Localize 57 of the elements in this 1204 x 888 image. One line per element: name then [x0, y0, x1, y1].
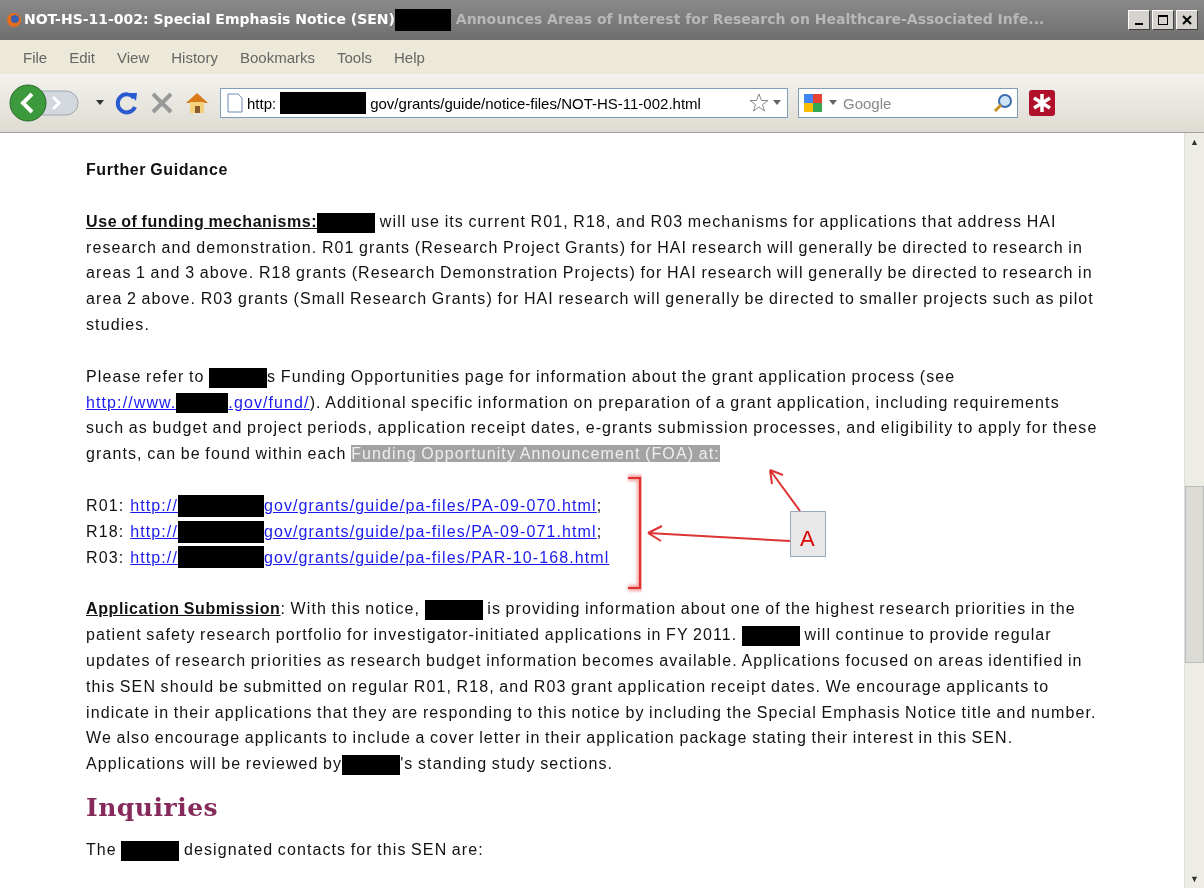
scroll-up-button[interactable]: ▲: [1185, 133, 1204, 151]
scrollbar[interactable]: ▲ ▼: [1184, 133, 1204, 888]
search-icon[interactable]: [993, 93, 1013, 113]
redaction-bar: [121, 840, 180, 861]
link[interactable]: http:// gov/grants/guide/pa-files/PA-09-071.html: [130, 518, 597, 545]
link-label: R18:: [86, 521, 125, 542]
redaction-bar: [342, 754, 401, 775]
menu-item[interactable]: Bookmarks: [228, 48, 326, 66]
link-label: R01:: [86, 495, 125, 516]
paragraph: Use of funding mechanisms: will use its current R01, R18, and R03 mechanisms for applications that address HAI research and demonstration. R01 grants (Research Project Grants) for HAI research will generally be directed to research in areas 1 and 3 above. R18 grants (Research Demonstration Projects) for HAI research will generally be directed to research in area 2 above. R03 grants (Small Research Grants) for HAI research will generally be directed to smaller projects such as pilot studies.: [86, 211, 1095, 335]
link-label: R03:: [86, 547, 125, 568]
section-heading: Inquiries: [86, 794, 220, 821]
section-heading: Further Guidance: [86, 160, 229, 180]
browser-icon: [6, 12, 22, 28]
link[interactable]: http://www.: [86, 393, 177, 411]
minimize-icon: [1135, 22, 1143, 25]
paragraph: The designated contacts for this SEN are:: [86, 836, 1098, 863]
maximize-icon: [1158, 15, 1168, 25]
redaction-bar: [394, 9, 451, 31]
redaction-bar: [317, 212, 376, 233]
dropdown-icon[interactable]: [773, 100, 781, 106]
address-bar[interactable]: http: gov/grants/guide/notice-files/NOT-HS-11-002.html: [220, 88, 788, 118]
scroll-down-button[interactable]: ▼: [1185, 870, 1204, 888]
redaction-bar: [424, 600, 483, 621]
dropdown-icon[interactable]: [96, 100, 104, 106]
addon-icon[interactable]: [1028, 89, 1056, 117]
body-text: ;: [596, 521, 603, 542]
body-text: ;: [596, 495, 603, 516]
link[interactable]: .gov/fund/: [228, 393, 310, 411]
dropdown-icon[interactable]: [829, 100, 837, 106]
home-icon[interactable]: [184, 91, 210, 115]
callout-label: A: [790, 511, 826, 557]
menu-item[interactable]: View: [106, 48, 161, 66]
minimize-button[interactable]: [1128, 10, 1150, 30]
menu-item[interactable]: File: [12, 48, 59, 66]
scrollbar-thumb[interactable]: [1185, 486, 1204, 663]
reload-icon[interactable]: [114, 90, 140, 116]
redaction-bar: [176, 393, 229, 414]
annotation-arrow: [769, 469, 801, 512]
redaction-bar: [209, 367, 268, 388]
menu-item[interactable]: History: [160, 48, 229, 66]
close-button[interactable]: [1176, 10, 1198, 30]
redaction-bar: [741, 625, 800, 646]
close-icon: [1182, 15, 1192, 25]
page-icon: [227, 93, 243, 113]
search-field[interactable]: Google: [798, 88, 1018, 118]
maximize-button[interactable]: [1152, 10, 1174, 30]
search-engine-icon: [803, 93, 825, 113]
paragraph: Please refer to s Funding Opportunities page for information about the grant application process (see http://www. .gov/fund/). Additional specific information on preparation of a grant application, including requirements such as budget and project periods, application receipt dates, e-grants submission processes, and eligibility to apply for these grants, can be found within each Funding Opportunity Announcement (FOA) at:: [86, 366, 1098, 465]
paragraph: Application Submission: With this notice, is providing information about one of the highest research priorities in the patient safety research portfolio for investigator-initiated applications in FY 2011. will continue to provide regular updates of research priorities as research budget information becomes available. Applications focused on areas identified in this SEN should be submitted on regular R01, R18, and R03 grant application receipt dates. We encourage applicants to indicate in their applications that they are responding to this notice by including the Special Emphasis Notice title and number. We also encourage applicants to include a cover letter in their application package stating their interest in this SEN. Applications will be reviewed by 's standing study sections.: [86, 599, 1098, 777]
menu-item[interactable]: Edit: [58, 48, 107, 66]
menu-item[interactable]: Help: [383, 48, 436, 66]
star-icon[interactable]: [749, 93, 769, 113]
link[interactable]: http:// gov/grants/guide/pa-files/PAR-10-168.html: [130, 544, 610, 571]
menu-item[interactable]: Tools: [326, 48, 383, 66]
link[interactable]: http:// gov/grants/guide/pa-files/PA-09-070.html: [130, 492, 597, 519]
window-title: NOT-HS-11-002: Special Emphasis Notice (SEN) Announces Areas of Interest for Research on Healthcare-Associated Infe...: [24, 9, 1045, 31]
